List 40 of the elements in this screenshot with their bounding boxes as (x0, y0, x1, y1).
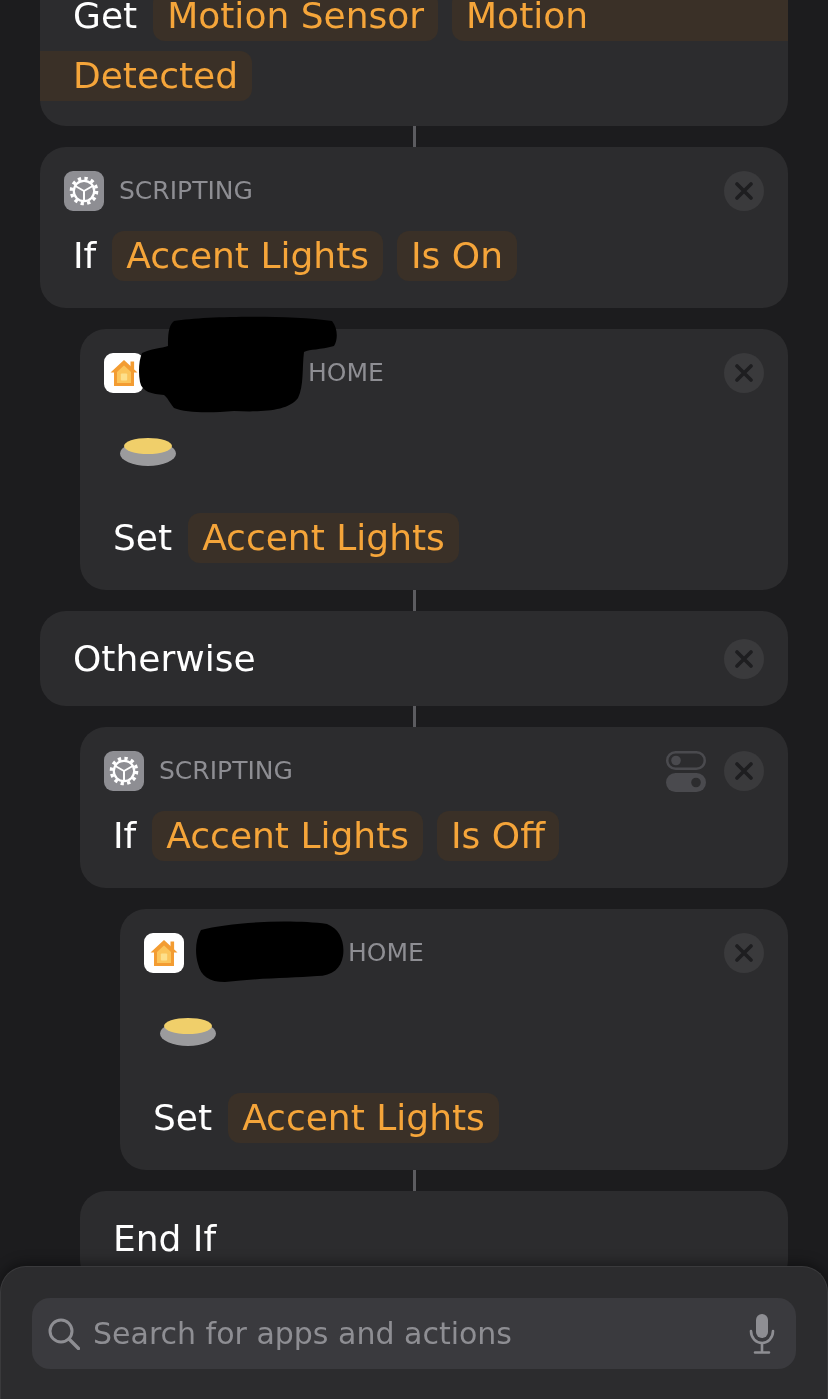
parameter-token[interactable]: Motion (452, 0, 788, 41)
parameter-token[interactable]: Accent Lights (152, 811, 423, 861)
parameter-token[interactable]: Motion Sensor (153, 0, 439, 41)
search-field[interactable]: Search for apps and actions (32, 1298, 796, 1369)
app-label: SCRIPTING (119, 175, 253, 207)
block-title: Otherwise (73, 636, 256, 681)
action-keyword: If (113, 814, 137, 858)
parameter-token[interactable]: Accent Lights (112, 231, 383, 281)
ceiling-light-icon (160, 1018, 216, 1046)
house-icon (144, 933, 184, 973)
parameter-token[interactable]: Accent Lights (228, 1093, 499, 1143)
action-keyword: Set (113, 516, 173, 560)
app-label: SCRIPTING (159, 755, 293, 787)
remove-button[interactable] (724, 751, 764, 791)
remove-button[interactable] (724, 353, 764, 393)
app-label: HOME (308, 357, 384, 389)
close-icon (735, 364, 753, 382)
parameter-token[interactable]: Accent Lights (188, 513, 459, 563)
gear-icon (64, 171, 104, 211)
microphone-icon[interactable] (749, 1313, 775, 1354)
remove-button[interactable] (724, 638, 764, 679)
remove-button[interactable] (724, 933, 764, 973)
parameter-token[interactable]: Is On (397, 231, 517, 281)
gear-icon (104, 751, 144, 791)
action-keyword: Set (153, 1096, 213, 1140)
search-icon (48, 1317, 80, 1350)
parameter-token[interactable]: Is Off (437, 811, 559, 861)
action-keyword: If (73, 234, 97, 278)
remove-button[interactable] (724, 171, 764, 211)
block-title: End If (113, 1216, 217, 1261)
close-icon (735, 944, 753, 962)
toggle-switches-icon[interactable] (666, 750, 706, 792)
action-keyword: Get (73, 0, 138, 38)
close-icon (735, 182, 753, 200)
house-icon (104, 353, 144, 393)
close-icon (735, 649, 753, 668)
close-icon (735, 762, 753, 780)
parameter-token[interactable]: Detected (40, 51, 253, 101)
app-label: HOME (348, 937, 424, 969)
ceiling-light-icon (120, 438, 176, 466)
